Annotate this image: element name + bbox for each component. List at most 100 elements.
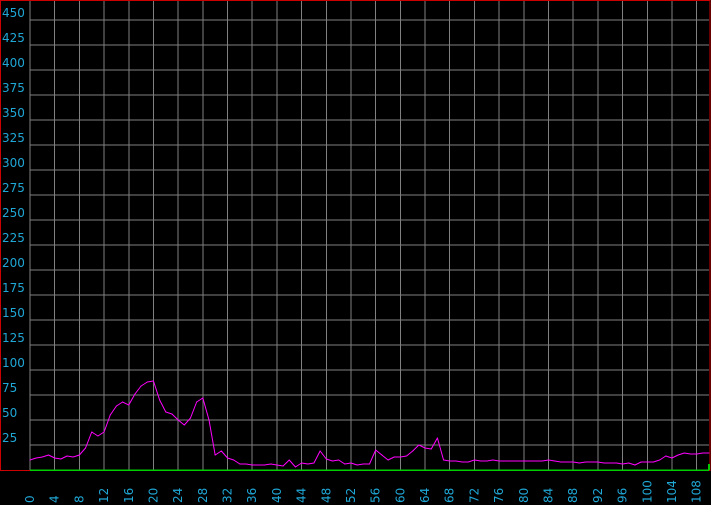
y-tick-label: 250 (2, 206, 25, 220)
x-tick-label: 40 (270, 488, 284, 503)
data-point (548, 459, 550, 461)
data-point (356, 464, 358, 466)
x-tick-label: 96 (616, 488, 630, 503)
data-point (48, 454, 50, 456)
data-point (412, 450, 414, 452)
data-point (202, 397, 204, 399)
x-tick-label: 16 (122, 488, 136, 503)
data-point (313, 462, 315, 464)
data-point (165, 411, 167, 413)
data-point (369, 463, 370, 465)
data-point (671, 457, 673, 459)
data-point (455, 460, 457, 462)
x-tick-label: 44 (295, 488, 309, 503)
data-point (381, 454, 383, 456)
data-point (122, 401, 124, 403)
data-point (140, 385, 142, 387)
data-point (134, 393, 136, 395)
data-point (492, 459, 494, 461)
data-point (227, 457, 229, 459)
data-point (288, 459, 290, 461)
data-point (375, 449, 377, 451)
data-point (159, 399, 161, 401)
data-point (449, 460, 451, 462)
data-point (597, 461, 599, 463)
x-tick-label: 0 (23, 495, 37, 503)
data-point (696, 453, 698, 455)
line-chart: 2550751001251501752002252502753003253503… (0, 0, 711, 505)
data-point (350, 462, 352, 464)
x-tick-label: 20 (146, 488, 160, 503)
x-tick-label: 92 (591, 488, 605, 503)
x-tick-label: 72 (467, 488, 481, 503)
plot-background (0, 0, 711, 505)
x-tick-label: 36 (245, 488, 259, 503)
data-point (535, 460, 537, 462)
data-point (585, 461, 587, 463)
data-point (245, 463, 247, 465)
data-point (406, 455, 408, 457)
y-tick-label: 325 (2, 131, 25, 145)
data-point (109, 414, 111, 416)
data-point (331, 460, 333, 462)
y-tick-label: 425 (2, 31, 25, 45)
data-point (362, 463, 364, 465)
data-point (183, 424, 185, 426)
data-point (659, 459, 661, 461)
data-point (91, 431, 93, 433)
x-tick-label: 24 (171, 488, 185, 503)
data-point (486, 460, 488, 462)
data-point (393, 456, 395, 458)
data-point (578, 462, 580, 464)
data-point (560, 461, 562, 463)
data-point (97, 435, 99, 437)
data-point (622, 463, 624, 465)
data-point (424, 447, 426, 449)
data-point (29, 459, 31, 461)
data-point (554, 460, 556, 462)
data-point (683, 452, 685, 454)
data-point (319, 450, 321, 452)
y-tick-label: 200 (2, 256, 25, 270)
x-tick-label: 60 (393, 488, 407, 503)
data-point (72, 456, 74, 458)
data-point (634, 464, 636, 466)
data-point (510, 460, 512, 462)
data-point (54, 457, 56, 459)
data-point (443, 459, 445, 461)
data-point (603, 462, 605, 464)
data-point (78, 454, 80, 456)
data-point (171, 413, 173, 415)
data-point (609, 462, 611, 464)
data-point (702, 452, 704, 454)
data-point (60, 458, 62, 460)
data-point (251, 464, 253, 466)
data-point (115, 405, 117, 407)
data-point (461, 461, 463, 463)
data-point (177, 419, 179, 421)
data-point (418, 444, 420, 446)
x-tick-label: 80 (517, 488, 531, 503)
data-point (473, 459, 475, 461)
y-tick-label: 125 (2, 331, 25, 345)
data-point (66, 455, 68, 457)
data-point (220, 450, 222, 452)
data-point (689, 453, 691, 455)
y-tick-label: 375 (2, 81, 25, 95)
data-point (103, 431, 105, 433)
x-tick-label: 4 (48, 495, 62, 503)
data-point (208, 419, 210, 421)
x-tick-label: 76 (492, 488, 506, 503)
data-point (196, 401, 198, 403)
y-tick-label: 300 (2, 156, 25, 170)
data-point (282, 465, 284, 467)
data-point (152, 380, 154, 382)
data-point (307, 463, 309, 465)
data-point (529, 460, 531, 462)
data-point (128, 404, 130, 406)
data-point (239, 463, 241, 465)
y-tick-label: 400 (2, 56, 25, 70)
x-tick-label: 88 (566, 488, 580, 503)
data-point (325, 458, 327, 460)
data-point (646, 461, 648, 463)
